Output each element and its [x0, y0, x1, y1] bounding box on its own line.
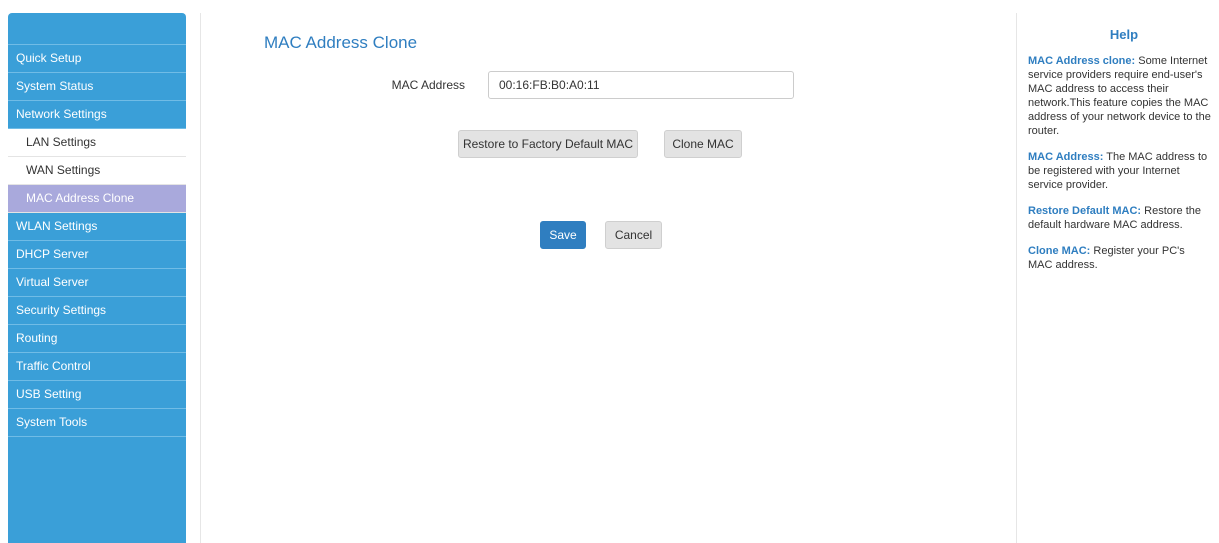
- sidebar-item-usb-setting[interactable]: USB Setting: [8, 381, 186, 409]
- restore-default-mac-button[interactable]: Restore to Factory Default MAC: [458, 130, 638, 158]
- help-term: Clone MAC:: [1028, 245, 1091, 257]
- cancel-button[interactable]: Cancel: [605, 221, 662, 249]
- help-term: Restore Default MAC:: [1028, 205, 1142, 217]
- help-item-restore-default-mac: Restore Default MAC: Restore the default…: [1028, 204, 1212, 232]
- help-text: Some Internet service providers require …: [1028, 55, 1211, 137]
- help-item-clone-mac: Clone MAC: Register your PC's MAC addres…: [1028, 244, 1212, 272]
- help-term: MAC Address:: [1028, 151, 1104, 163]
- sidebar-item-virtual-server[interactable]: Virtual Server: [8, 269, 186, 297]
- page-title: MAC Address Clone: [264, 33, 418, 52]
- sidebar-item-quick-setup[interactable]: Quick Setup: [8, 45, 186, 73]
- mac-address-label: MAC Address: [391, 78, 465, 92]
- sidebar-item-mac-address-clone[interactable]: MAC Address Clone: [8, 185, 186, 213]
- mac-address-input[interactable]: [488, 71, 794, 99]
- sidebar-item-wlan-settings[interactable]: WLAN Settings: [8, 213, 186, 241]
- help-panel: Help MAC Address clone: Some Internet se…: [1028, 28, 1212, 284]
- sidebar-header: [8, 13, 186, 45]
- sidebar-item-system-tools[interactable]: System Tools: [8, 409, 186, 437]
- sidebar-item-routing[interactable]: Routing: [8, 325, 186, 353]
- help-item-mac-address: MAC Address: The MAC address to be regis…: [1028, 150, 1212, 192]
- clone-mac-button[interactable]: Clone MAC: [664, 130, 742, 158]
- sidebar-item-traffic-control[interactable]: Traffic Control: [8, 353, 186, 381]
- sidebar: Quick Setup System Status Network Settin…: [8, 13, 186, 543]
- sidebar-item-lan-settings[interactable]: LAN Settings: [8, 129, 186, 157]
- sidebar-divider: [200, 13, 201, 543]
- help-divider: [1016, 13, 1017, 543]
- sidebar-item-system-status[interactable]: System Status: [8, 73, 186, 101]
- sidebar-item-wan-settings[interactable]: WAN Settings: [8, 157, 186, 185]
- sidebar-item-dhcp-server[interactable]: DHCP Server: [8, 241, 186, 269]
- sidebar-item-security-settings[interactable]: Security Settings: [8, 297, 186, 325]
- help-item-mac-address-clone: MAC Address clone: Some Internet service…: [1028, 54, 1212, 138]
- help-title: Help: [1109, 27, 1139, 42]
- sidebar-item-network-settings[interactable]: Network Settings: [8, 101, 186, 129]
- save-button[interactable]: Save: [540, 221, 586, 249]
- help-term: MAC Address clone:: [1028, 55, 1136, 67]
